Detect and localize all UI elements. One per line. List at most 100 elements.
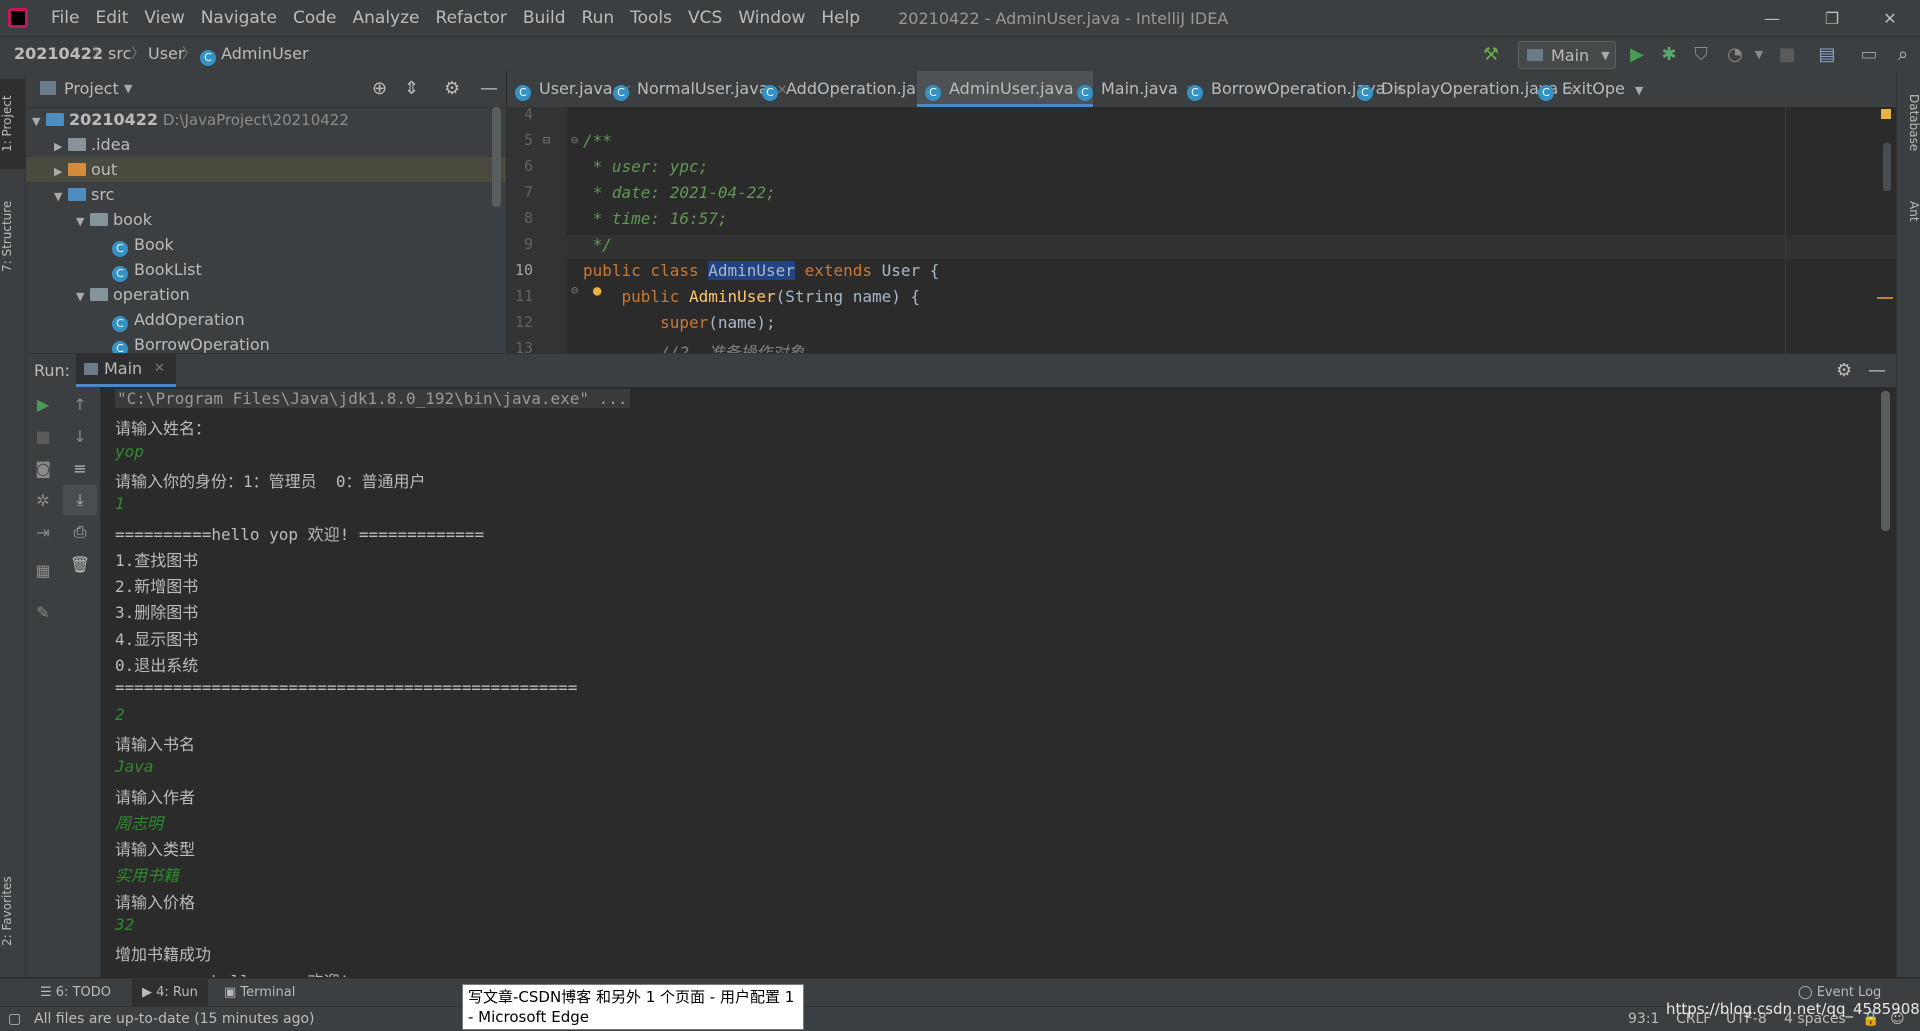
tree-item-book[interactable]: ▼ book [26, 207, 506, 232]
run-tab-main[interactable]: Main ✕ [76, 354, 176, 387]
expand-arrow-icon[interactable]: ▼ [76, 209, 90, 234]
fold-marker-icon[interactable]: ⊖ [571, 133, 578, 147]
menu-file[interactable]: File [43, 0, 87, 36]
console-input-line: 实用书籍 [115, 866, 180, 886]
soft-wrap-icon[interactable]: ≡ [63, 453, 97, 483]
chevron-down-icon[interactable]: ▼ [124, 71, 132, 107]
editor-tab-main[interactable]: CMain.java✕ [1069, 71, 1197, 107]
build-hammer-icon[interactable]: ⚒ [1478, 41, 1504, 67]
breadcrumb-project[interactable]: 20210422 [14, 37, 103, 71]
editor-tab-adminuser[interactable]: CAdminUser.java✕ [917, 71, 1093, 107]
favorites-tool-tab[interactable]: 2: Favorites [0, 861, 25, 961]
print-icon[interactable]: ⎙ [63, 517, 97, 547]
warning-stripe[interactable] [1877, 297, 1893, 299]
tree-item-book[interactable]: C Book [26, 232, 506, 257]
tree-item-src[interactable]: ▼ src [26, 182, 506, 207]
breadcrumb-adminuser[interactable]: C AdminUser [200, 37, 309, 71]
hide-panel-icon[interactable]: — [480, 71, 498, 107]
tree-item-addoperation[interactable]: C AddOperation [26, 307, 506, 332]
console-output-line: 增加书籍成功 [115, 945, 212, 965]
gear-icon[interactable]: ⚙ [444, 71, 460, 107]
minimize-button[interactable]: — [1742, 0, 1802, 36]
menu-analyze[interactable]: Analyze [345, 0, 428, 36]
camera-icon[interactable]: ◙ [26, 453, 60, 483]
project-tool-tab[interactable]: 1: Project [0, 79, 25, 169]
database-tool-tab[interactable]: Database [1897, 83, 1920, 163]
tree-item-idea[interactable]: ▶ .idea [26, 132, 506, 157]
project-view-icon [40, 81, 56, 95]
tree-item-20210422[interactable]: ▼ 20210422 D:\JavaProject\20210422 [26, 107, 506, 132]
console-scrollbar[interactable] [1881, 391, 1890, 531]
menu-edit[interactable]: Edit [87, 0, 136, 36]
close-button[interactable]: ✕ [1860, 0, 1920, 36]
structure-tool-tab[interactable]: 7: Structure [0, 181, 25, 291]
project-structure-icon[interactable]: ▤ [1814, 41, 1840, 67]
code-editor[interactable]: 4 5 6 7 8 9 10 11 12 13 ⊟ ⊖ ⊖ ● /** * user: ypc; … [507, 107, 1896, 353]
profile-icon[interactable]: ◔ [1722, 41, 1748, 67]
coverage-icon[interactable]: ⛉ [1688, 41, 1714, 67]
profile-dropdown-icon[interactable]: ▼ [1746, 41, 1772, 67]
tree-item-operation[interactable]: ▼ operation [26, 282, 506, 307]
collapse-all-icon[interactable]: ⇕ [404, 71, 419, 107]
search-icon[interactable]: ⌕ [1890, 41, 1916, 67]
menu-navigate[interactable]: Navigate [193, 0, 285, 36]
arrow-down-icon[interactable]: ↓ [63, 421, 97, 451]
arrow-up-icon[interactable]: ↑ [63, 389, 97, 419]
intellij-logo-icon [8, 8, 28, 28]
collapse-arrow-icon[interactable]: ▶ [54, 159, 68, 184]
menu-run[interactable]: Run [574, 0, 623, 36]
status-toggle-icon[interactable]: ▢ [8, 1007, 21, 1031]
menu-help[interactable]: Help [813, 0, 868, 36]
exit-icon[interactable]: ⇥ [26, 517, 60, 547]
editor-tab-exitope[interactable]: C ExitOpe ▼ [1530, 71, 1688, 107]
menu-refactor[interactable]: Refactor [428, 0, 515, 36]
tree-item-label: BorrowOperation [134, 335, 270, 353]
gear-icon[interactable]: ⚙ [1836, 354, 1852, 387]
expand-arrow-icon[interactable]: ▼ [54, 184, 68, 209]
run-configuration-select[interactable]: Main ▼ [1518, 41, 1616, 69]
breadcrumb-user[interactable]: User [148, 37, 184, 71]
todo-tool-button[interactable]: ☰ 6: TODO [40, 979, 111, 1007]
ant-tool-tab[interactable]: Ant [1897, 186, 1920, 236]
close-icon[interactable]: ✕ [154, 354, 165, 384]
tree-item-out[interactable]: ▶ out [26, 157, 506, 182]
run-tool-button[interactable]: ▶ 4: Run [132, 979, 208, 1007]
project-scrollbar[interactable] [492, 107, 501, 207]
menu-tools[interactable]: Tools [622, 0, 680, 36]
tree-item-booklist[interactable]: C BookList [26, 257, 506, 282]
menu-code[interactable]: Code [285, 0, 345, 36]
debug-icon[interactable]: ✱ [1656, 41, 1682, 67]
breadcrumb-separator: 〉 [92, 46, 106, 62]
stop-icon[interactable]: ■ [26, 421, 60, 451]
locate-icon[interactable]: ⊕ [372, 71, 387, 107]
tabs-overflow-chevron-icon[interactable]: ▼ [1635, 84, 1643, 97]
debug-settings-icon[interactable]: ✲ [26, 485, 60, 515]
menu-build[interactable]: Build [515, 0, 574, 36]
scroll-to-end-icon[interactable]: ⤓ [63, 485, 97, 515]
caret-position[interactable]: 93:1 [1628, 1007, 1659, 1031]
expand-arrow-icon[interactable]: ▼ [76, 284, 90, 309]
trash-icon[interactable]: 🗑 [63, 549, 97, 579]
run-icon[interactable]: ▶ [1624, 41, 1650, 67]
editor-scrollbar[interactable] [1883, 143, 1891, 191]
fold-icon[interactable]: ⊟ [543, 133, 550, 147]
tree-item-borrowoperation[interactable]: C BorrowOperation [26, 332, 506, 353]
terminal-tool-button[interactable]: ▣ Terminal [224, 979, 295, 1007]
menu-view[interactable]: View [136, 0, 192, 36]
fold-marker-icon[interactable]: ⊖ [571, 283, 578, 297]
menu-window[interactable]: Window [730, 0, 813, 36]
inspection-warning-icon[interactable] [1881, 109, 1891, 119]
frame-icon[interactable]: ▭ [1856, 41, 1882, 67]
restore-button[interactable]: ❐ [1802, 0, 1862, 36]
project-panel-title[interactable]: Project [64, 71, 119, 107]
stop-icon[interactable]: ■ [1774, 41, 1800, 67]
menu-vcs[interactable]: VCS [680, 0, 730, 36]
pin-icon[interactable]: ✎ [26, 597, 60, 627]
collapse-arrow-icon[interactable]: ▶ [54, 134, 68, 159]
run-console[interactable]: "C:\Program Files\Java\jdk1.8.0_192\bin\… [101, 387, 1896, 977]
breadcrumb-src[interactable]: src [108, 37, 131, 71]
hide-panel-icon[interactable]: — [1868, 354, 1886, 387]
layout-icon[interactable]: ▦ [26, 555, 60, 585]
rerun-icon[interactable]: ▶ [26, 389, 60, 419]
expand-arrow-icon[interactable]: ▼ [32, 109, 46, 134]
